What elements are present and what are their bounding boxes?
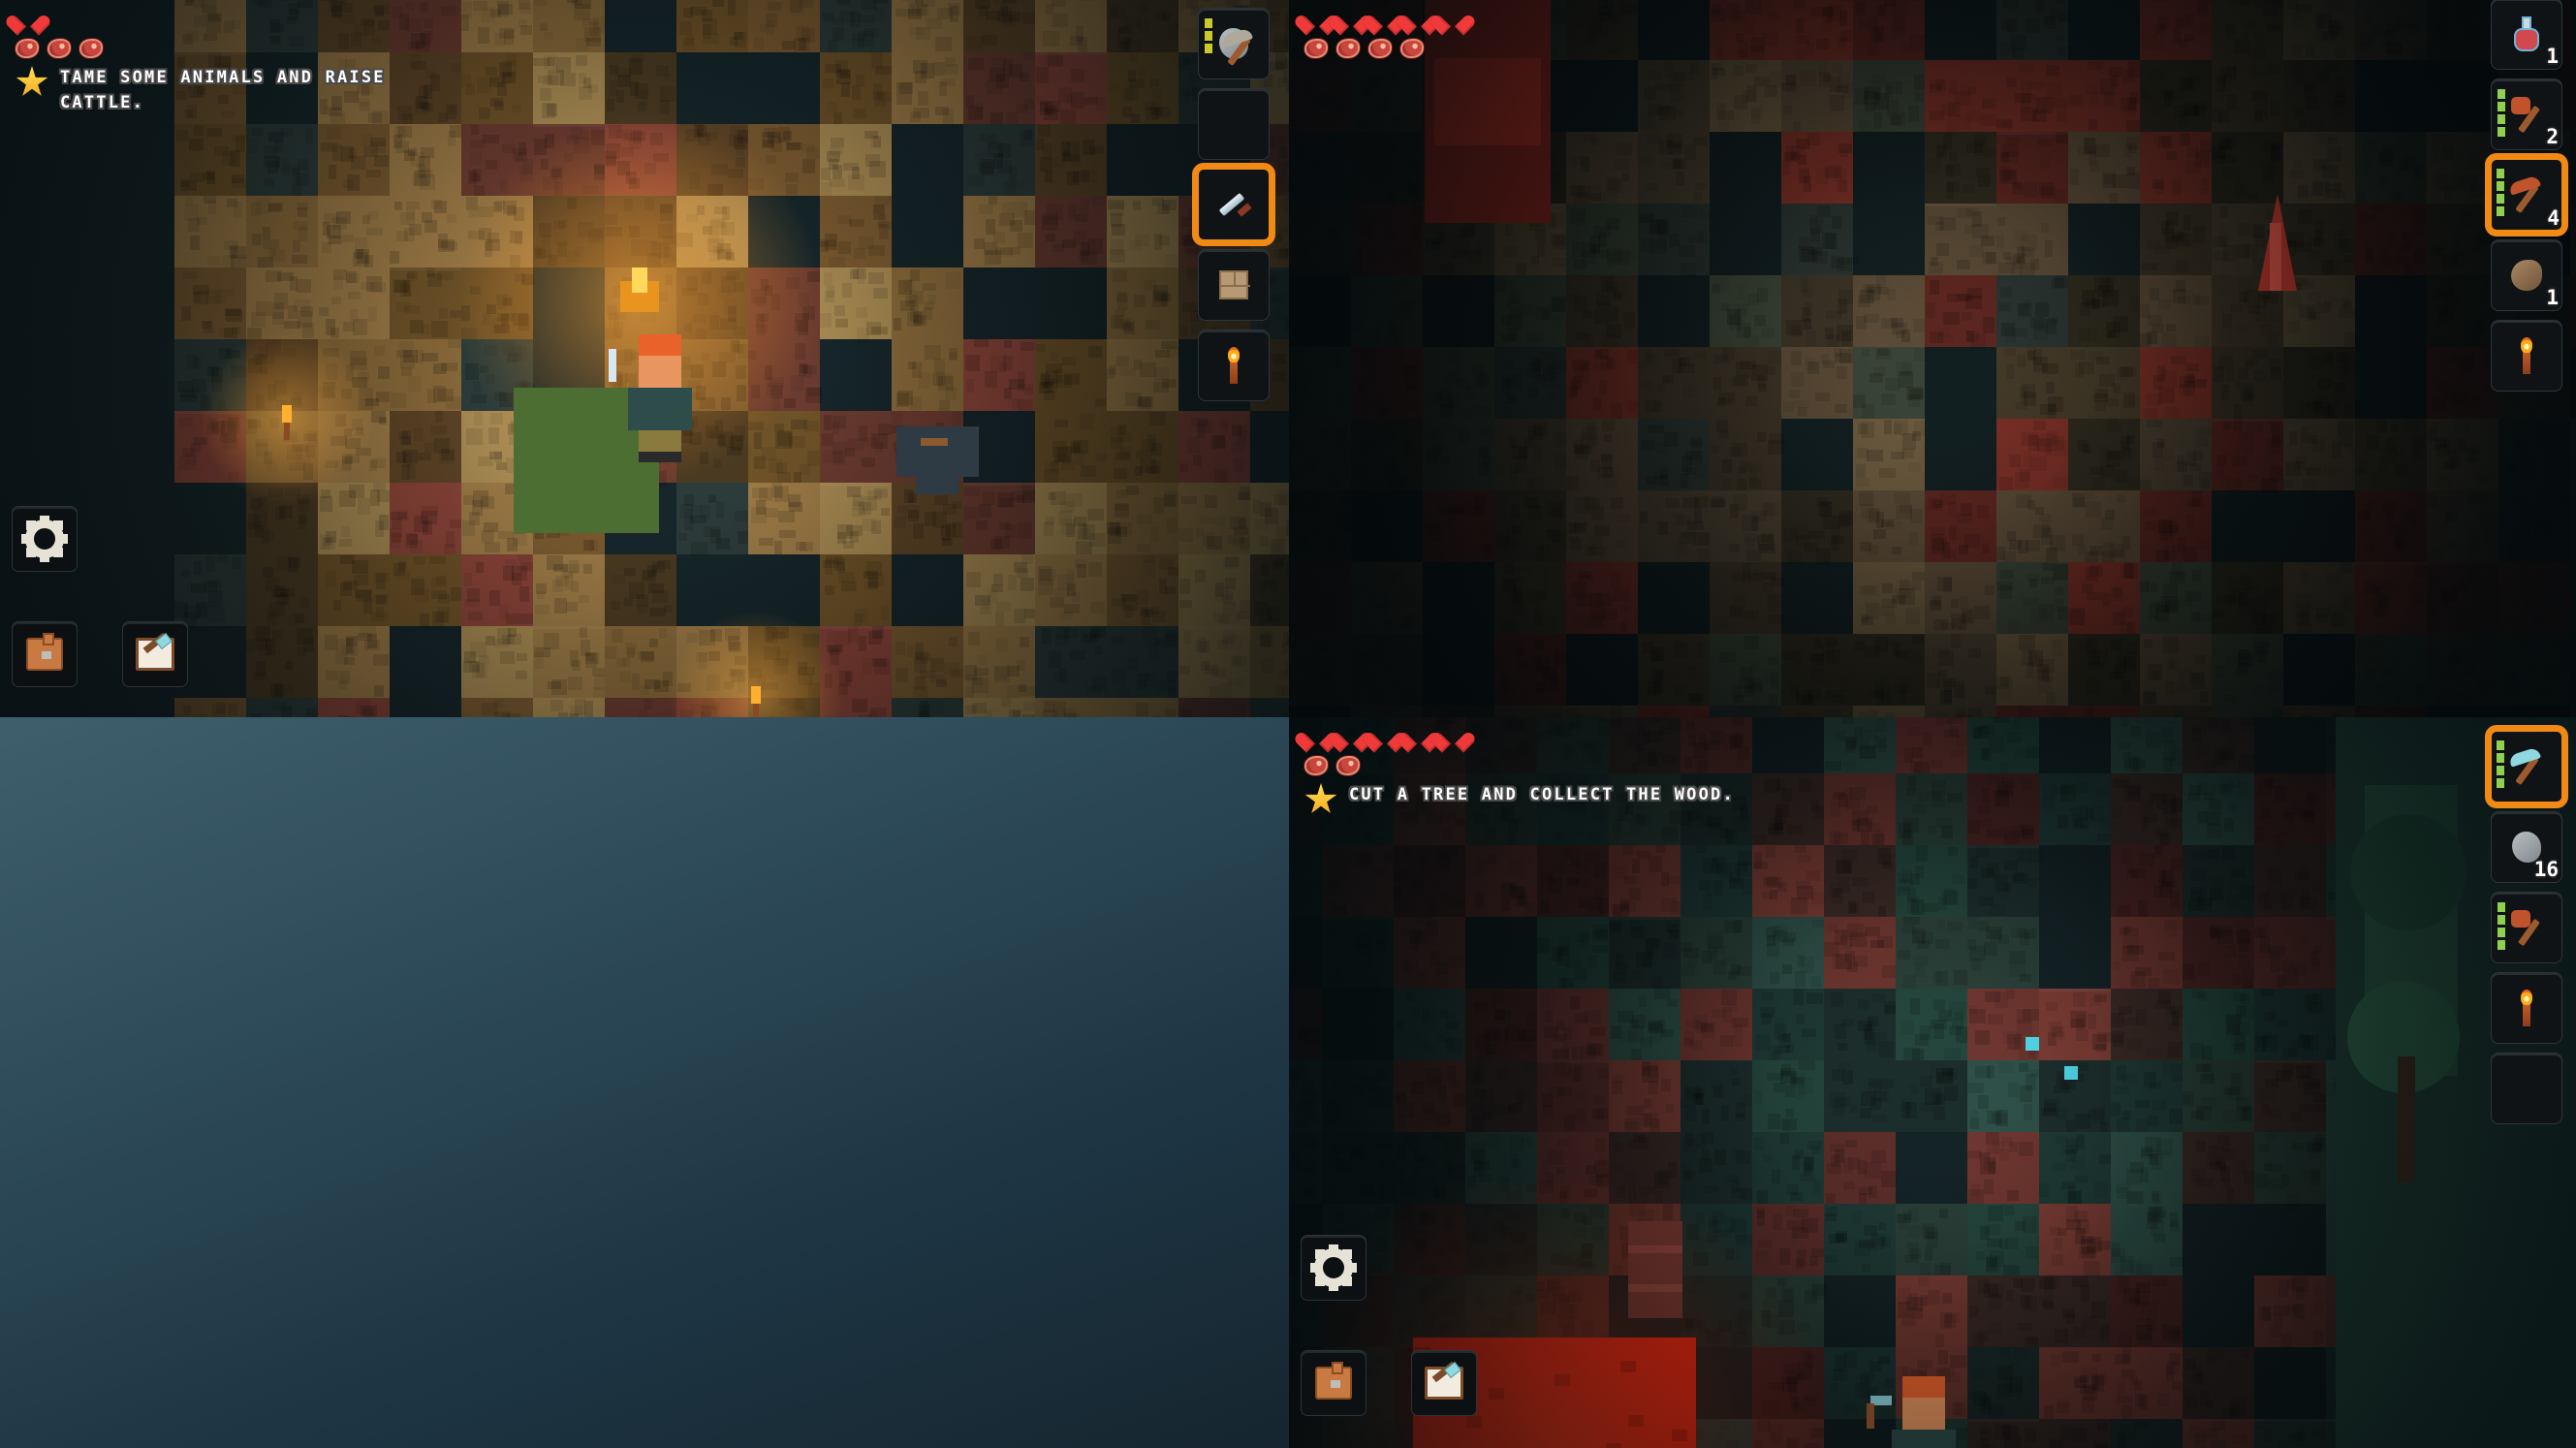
heart-icon — [1338, 10, 1364, 33]
hotbar-slot-3[interactable] — [2491, 892, 2562, 963]
stone-pickaxe-icon — [1219, 27, 1254, 67]
hotbar-slot-1[interactable]: 1 — [2491, 0, 2562, 70]
hotbar-slot-2[interactable]: 16 — [2491, 811, 2562, 883]
hotbar-slot-4[interactable] — [2491, 972, 2562, 1044]
heart-icon — [1338, 727, 1364, 750]
heart-icon — [1440, 727, 1465, 750]
hotbar-slot-3[interactable]: 4 — [2485, 153, 2568, 236]
hotbar-top-right[interactable]: 1 2 4 1 — [2485, 0, 2568, 392]
torch-icon — [2520, 337, 2533, 374]
quest-text: TAME SOME ANIMALS AND RAISE CATTLE. — [60, 68, 386, 112]
hotbar-slot-4[interactable] — [1198, 249, 1270, 321]
copper-pickaxe-icon — [2507, 174, 2546, 214]
screen-bottom-right: CUT A TREE AND COLLECT THE WOOD. 16 — [1289, 717, 2576, 1448]
durability-bar — [2497, 740, 2504, 788]
hotbar-slot-2[interactable]: 2 — [2491, 79, 2562, 150]
heart-icon — [1304, 10, 1330, 33]
hotbar-bottom-right[interactable]: 16 — [2485, 725, 2568, 1124]
backpack-icon — [26, 633, 63, 671]
hotbar-slot-2[interactable] — [1198, 88, 1270, 160]
meat-icon — [79, 39, 103, 58]
health-bar — [1304, 727, 1735, 750]
gear-icon — [21, 516, 68, 562]
torch-icon — [1227, 347, 1241, 384]
book-hammer-icon — [1425, 1361, 1463, 1400]
copper-axe-icon — [2507, 908, 2546, 947]
hunger-bar — [1304, 756, 1735, 775]
quest-banner: CUT A TREE AND COLLECT THE WOOD. — [1304, 783, 1735, 816]
item-count: 16 — [2533, 858, 2559, 881]
hotbar-slot-5[interactable] — [2491, 1053, 2562, 1124]
health-bar — [1304, 10, 1465, 33]
durability-bar — [2497, 902, 2505, 950]
meat-icon — [1400, 39, 1424, 58]
sword-icon — [1212, 183, 1255, 226]
gear-icon — [1310, 1244, 1357, 1291]
heart-icon — [1372, 10, 1398, 33]
hotbar-slot-5[interactable] — [1198, 330, 1270, 401]
hotbar-slot-4[interactable]: 1 — [2491, 239, 2562, 311]
book-hammer-icon — [136, 632, 174, 671]
item-count: 1 — [2546, 45, 2559, 68]
settings-button[interactable] — [12, 506, 78, 572]
meat-icon — [1304, 39, 1328, 58]
inventory-button[interactable] — [12, 621, 78, 687]
screen-top-left: TAME SOME ANIMALS AND RAISE CATTLE. — [0, 0, 1289, 717]
iron-pickaxe-icon — [2507, 746, 2546, 786]
hunger-bar — [16, 39, 467, 58]
inventory-button[interactable] — [1301, 1350, 1367, 1416]
heart-icon — [1406, 10, 1431, 33]
meat-icon — [1336, 756, 1360, 775]
meat-icon — [16, 39, 39, 58]
settings-button[interactable] — [1301, 1235, 1367, 1301]
durability-bar — [1205, 18, 1212, 53]
hotbar-top-left[interactable] — [1192, 8, 1275, 401]
hotbar-slot-5[interactable] — [2491, 320, 2562, 392]
hud-top-left: TAME SOME ANIMALS AND RAISE CATTLE. — [16, 10, 467, 115]
heart-icon — [16, 10, 41, 33]
item-count: 1 — [2546, 286, 2559, 309]
heart-icon — [1440, 10, 1465, 33]
heart-icon — [1406, 727, 1431, 750]
item-count: 2 — [2546, 125, 2559, 148]
hotbar-slot-1[interactable] — [2485, 725, 2568, 808]
crafting-button[interactable] — [122, 621, 188, 687]
meat-icon — [1336, 39, 1360, 58]
meat-icon — [1304, 756, 1328, 775]
health-bar — [16, 10, 467, 33]
quest-text: CUT A TREE AND COLLECT THE WOOD. — [1349, 785, 1735, 804]
hotbar-slot-3[interactable] — [1192, 163, 1275, 246]
game-world-view[interactable] — [1289, 717, 2576, 1448]
copper-axe-icon — [2507, 95, 2546, 134]
torch-icon — [2520, 990, 2533, 1026]
meat-icon — [1368, 39, 1392, 58]
screen-world-generation: SEED: 3438142 ... A lot of riversMostly … — [0, 717, 1289, 1448]
item-count: 4 — [2547, 206, 2560, 230]
quest-banner: TAME SOME ANIMALS AND RAISE CATTLE. — [16, 66, 467, 115]
star-icon — [1304, 783, 1337, 813]
hunger-bar — [1304, 39, 1465, 58]
drumstick-icon — [2511, 260, 2542, 291]
hotbar-slot-1[interactable] — [1198, 8, 1270, 79]
health-potion-icon — [2514, 16, 2539, 51]
hud-bottom-right: CUT A TREE AND COLLECT THE WOOD. — [1304, 727, 1735, 816]
durability-bar — [2497, 89, 2505, 137]
backpack-icon — [1315, 1362, 1352, 1400]
screen-top-right: Inventory Equipment 42212811 Lich HelmLe… — [1289, 0, 2576, 717]
heart-icon — [1372, 727, 1398, 750]
durability-bar — [2497, 169, 2504, 216]
game-world-view[interactable] — [1289, 0, 2576, 717]
meat-icon — [47, 39, 71, 58]
star-icon — [16, 66, 48, 96]
crafting-button[interactable] — [1411, 1350, 1477, 1416]
hud-top-right — [1304, 10, 1465, 64]
heart-icon — [1304, 727, 1330, 750]
bricks-icon — [1219, 270, 1250, 299]
